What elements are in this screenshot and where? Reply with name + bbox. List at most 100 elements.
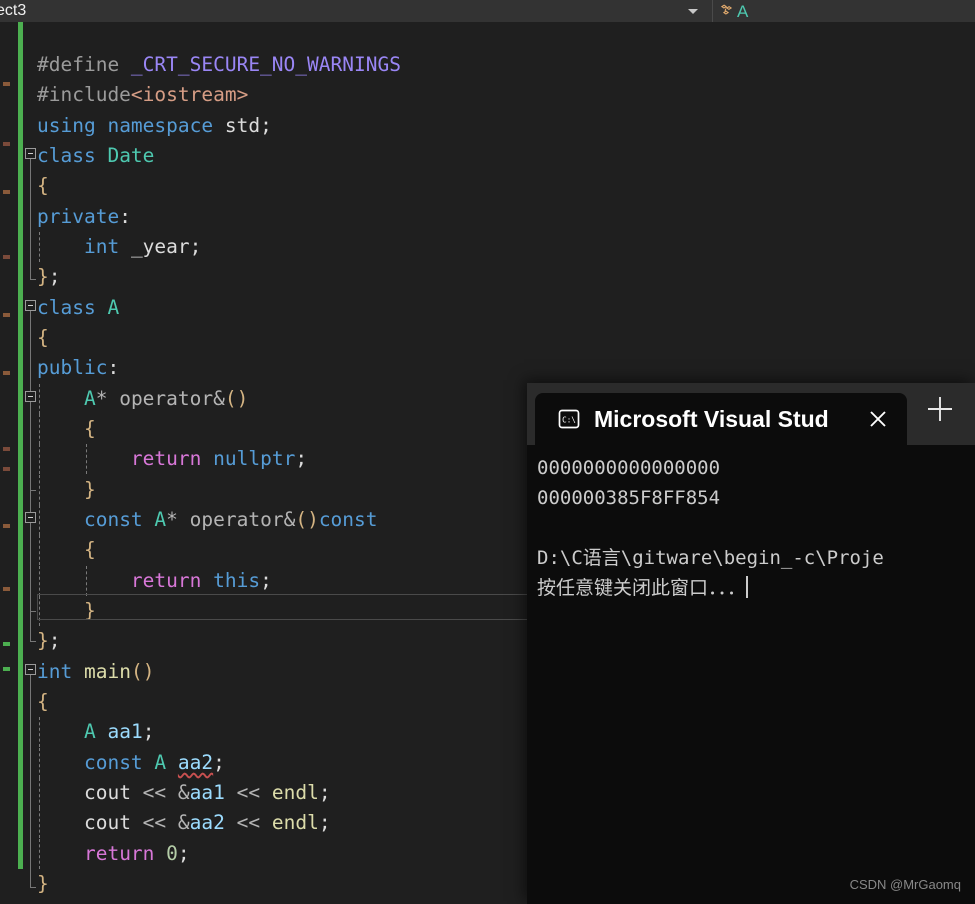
code-line[interactable]: #include<iostream> [37,80,248,110]
code-token: ; [318,781,331,804]
code-line[interactable]: { [37,535,96,565]
code-token: std; [213,114,272,137]
code-token: A [107,296,120,319]
code-line[interactable]: } [37,475,96,505]
code-token: ; [48,629,61,652]
indent-guide [85,566,87,597]
code-line[interactable]: cout << &aa1 << endl; [37,778,331,808]
indent-guide [39,778,40,809]
code-token: ; [213,751,225,774]
code-line[interactable]: private: [37,202,131,232]
code-line[interactable]: return nullptr; [37,444,307,474]
code-token: ; [142,720,155,743]
console-window[interactable]: C:\ Microsoft Visual Stud 00000000000000… [527,383,975,904]
chevron-down-icon[interactable] [688,9,698,14]
code-line[interactable]: const A aa2; [37,748,225,778]
code-token: this [213,569,261,592]
code-line[interactable]: return 0; [37,839,190,869]
navigation-member-dropdown[interactable]: A [713,0,975,22]
code-token: public [37,356,108,379]
code-token: { [83,417,96,440]
code-token: const [83,751,143,774]
code-token: return [130,569,202,592]
code-line[interactable]: { [37,171,49,201]
code-line[interactable]: { [37,687,49,717]
indent-guide [39,384,40,415]
code-line[interactable]: class A [37,293,119,323]
code-token: 0 [166,842,178,865]
code-token: { [83,538,96,561]
code-token: } [37,872,49,895]
code-line[interactable]: }; [37,626,61,656]
code-token: class [37,296,96,319]
code-line[interactable]: } [37,869,49,899]
svg-text:C:\: C:\ [562,415,576,424]
code-token: } [83,478,96,501]
plus-icon[interactable] [919,388,961,430]
code-line[interactable]: #define _CRT_SECURE_NO_WARNINGS [37,50,401,80]
code-token: endl [271,811,319,834]
code-line[interactable]: A aa1; [37,717,154,747]
code-token: () [295,508,319,531]
code-token: << [130,811,178,834]
code-token: operator& [119,387,225,410]
navigation-bar: ect3 A [0,0,975,22]
navigation-member-label: A [737,1,749,21]
indent-guide [39,748,40,779]
code-line[interactable]: int main() [37,657,154,687]
code-token: << [224,811,272,834]
code-token: const [83,508,143,531]
code-token: * [166,508,190,531]
code-line[interactable]: { [37,414,96,444]
code-line[interactable]: }; [37,262,61,292]
code-token: const [318,508,378,531]
code-token: A [154,751,167,774]
console-output[interactable]: 0000000000000000 000000385F8FF854 D:\C语言… [527,445,975,904]
code-token: nullptr [213,447,296,470]
code-token: #define [37,53,131,76]
code-line[interactable]: cout << &aa2 << endl; [37,808,331,838]
code-line[interactable]: public: [37,353,119,383]
code-token: aa2 [177,751,214,774]
close-icon[interactable] [865,406,891,432]
code-line[interactable]: class Date [37,141,154,171]
navigation-scope-label: ect3 [0,2,27,19]
indent-guide [39,717,40,748]
code-token: & [177,781,190,804]
console-tab-title: Microsoft Visual Stud [594,406,829,432]
code-token: namespace [107,114,214,137]
code-token: A [83,387,96,410]
console-tab[interactable]: C:\ Microsoft Visual Stud [535,393,907,445]
code-token: int [37,660,73,683]
watermark: CSDN @MrGaomq [849,877,961,892]
code-line[interactable]: return this; [37,566,272,596]
code-line[interactable]: A* operator&() [37,384,248,414]
code-token: () [224,387,249,410]
code-line[interactable]: const A* operator&()const [37,505,378,535]
code-line[interactable]: { [37,323,49,353]
code-token: << [130,781,178,804]
code-token: class [37,144,96,167]
navigation-scope-dropdown[interactable]: ect3 [0,0,713,22]
code-token: Date [107,144,155,167]
code-line[interactable]: int _year; [37,232,201,262]
indent-guide [39,839,40,870]
code-token: ; [48,265,61,288]
code-line[interactable]: using namespace std; [37,111,272,141]
code-token: & [177,811,190,834]
